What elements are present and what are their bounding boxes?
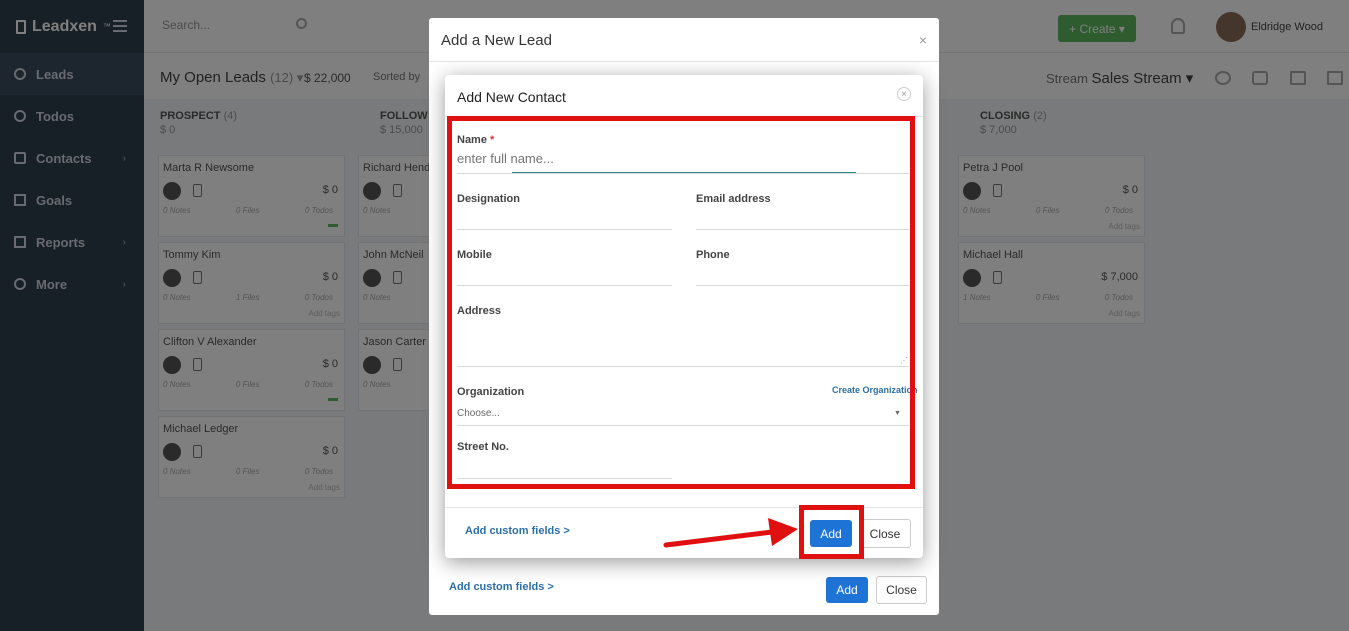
form-highlight-box <box>447 116 915 489</box>
modal-header: Add New Contact × <box>445 75 923 117</box>
close-contact-button[interactable]: Close <box>859 519 911 548</box>
add-custom-fields-link[interactable]: Add custom fields > <box>465 525 570 537</box>
modal-title: Add New Contact <box>457 89 566 105</box>
add-custom-fields-link[interactable]: Add custom fields > <box>449 581 554 593</box>
close-icon[interactable]: × <box>919 32 927 48</box>
annotation-arrow-icon <box>663 518 798 548</box>
add-lead-button[interactable]: Add <box>826 577 868 603</box>
close-lead-button[interactable]: Close <box>876 576 927 604</box>
close-icon[interactable]: × <box>897 87 911 101</box>
add-button-highlight-box <box>799 505 864 559</box>
modal-title: Add a New Lead <box>429 18 939 62</box>
